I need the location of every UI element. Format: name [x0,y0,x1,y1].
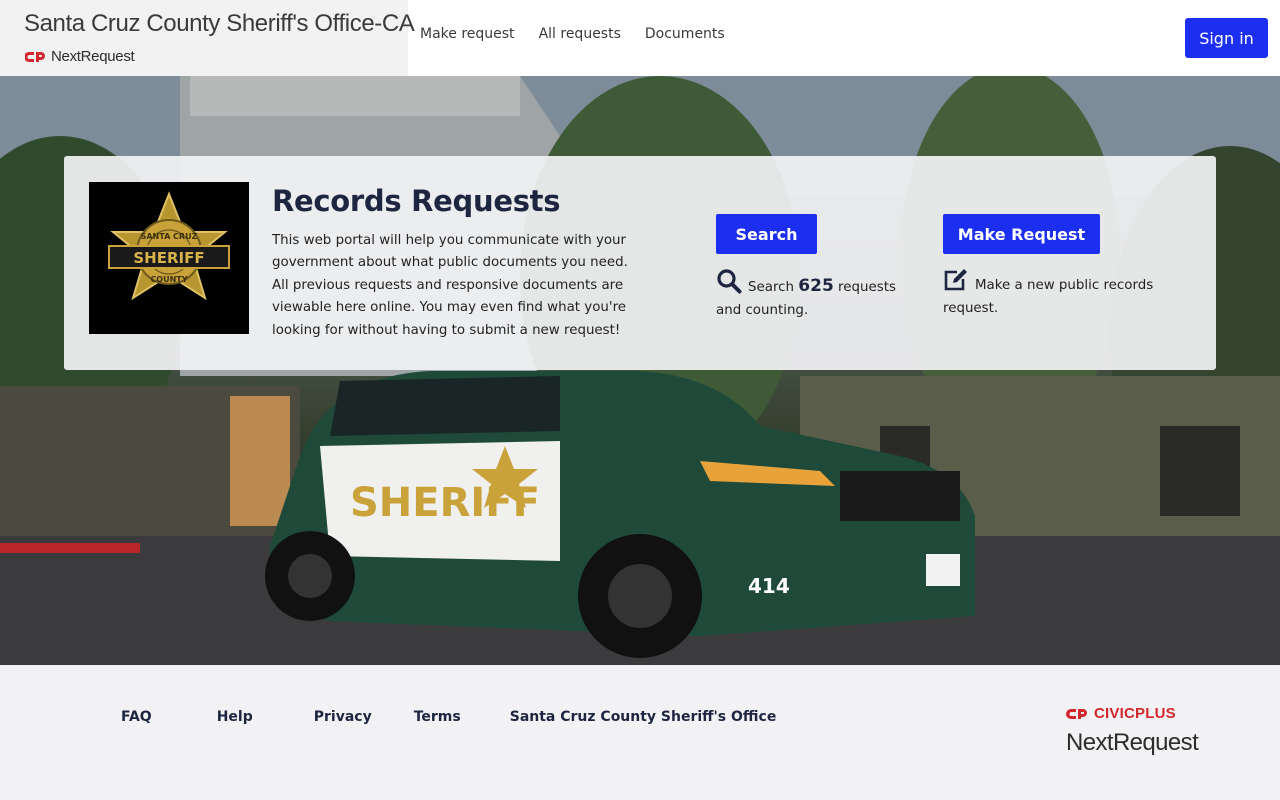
make-request-stat-text: Make a new public records request. [943,278,1154,316]
portal-description: This web portal will help you communicat… [272,233,628,338]
nav-all-requests[interactable]: All requests [539,26,621,42]
sign-in-button[interactable]: Sign in [1185,18,1268,58]
civicplus-logo-text: CIVICPLUS [1094,705,1176,722]
footer-nextrequest-logo[interactable]: NextRequest [1066,729,1199,757]
footer-link-agency[interactable]: Santa Cruz County Sheriff's Office [510,709,777,725]
nextrequest-logo-icon [25,51,45,62]
nextrequest-logo[interactable]: NextRequest [25,48,135,65]
badge-center-text: SHERIFF [133,249,204,267]
site-title[interactable]: Santa Cruz County Sheriff's Office-CA [24,10,415,38]
footer-link-privacy[interactable]: Privacy [314,709,372,725]
request-count: 625 [798,276,834,296]
nextrequest-logo-text: NextRequest [51,48,135,65]
footer-links: FAQ Help Privacy Terms Santa Cruz County… [121,709,776,725]
top-header: Santa Cruz County Sheriff's Office-CA Ne… [0,0,1280,76]
footer-link-faq[interactable]: FAQ [121,709,152,725]
main-nav: Make request All requests Documents [420,26,749,42]
make-request-stat: Make a new public records request. [943,268,1173,320]
search-button[interactable]: Search [716,214,817,254]
badge-top-text: SANTA CRUZ [141,232,198,241]
sheriff-star-icon: SHERIFF SANTA CRUZ COUNTY [108,191,230,301]
page-title: Records Requests [272,184,561,218]
civicplus-logo[interactable]: CIVICPLUS [1066,705,1176,722]
search-icon [717,269,742,294]
nav-documents[interactable]: Documents [645,26,725,42]
page-footer: FAQ Help Privacy Terms Santa Cruz County… [0,665,1280,800]
edit-icon [944,269,967,291]
vehicle-unit-number: 414 [748,574,790,598]
vehicle-sheriff-text: SHERIFF [350,480,540,526]
nav-make-request[interactable]: Make request [420,26,515,42]
make-request-button[interactable]: Make Request [943,214,1100,254]
search-stat: Search 625 requests and counting. [716,268,906,322]
records-request-card: SHERIFF SANTA CRUZ COUNTY Records Reques… [64,156,1216,370]
brand-area[interactable]: Santa Cruz County Sheriff's Office-CA Ne… [0,0,415,76]
footer-link-terms[interactable]: Terms [414,709,461,725]
hero-banner: SHERIFF 414 SHERIFF SANTA CRUZ COUNTY Re… [0,76,1280,665]
sheriff-badge-logo: SHERIFF SANTA CRUZ COUNTY [89,182,249,334]
civicplus-logo-icon [1066,708,1087,719]
badge-bottom-text: COUNTY [150,275,187,284]
footer-link-help[interactable]: Help [217,709,253,725]
search-stat-prefix: Search [748,280,795,295]
